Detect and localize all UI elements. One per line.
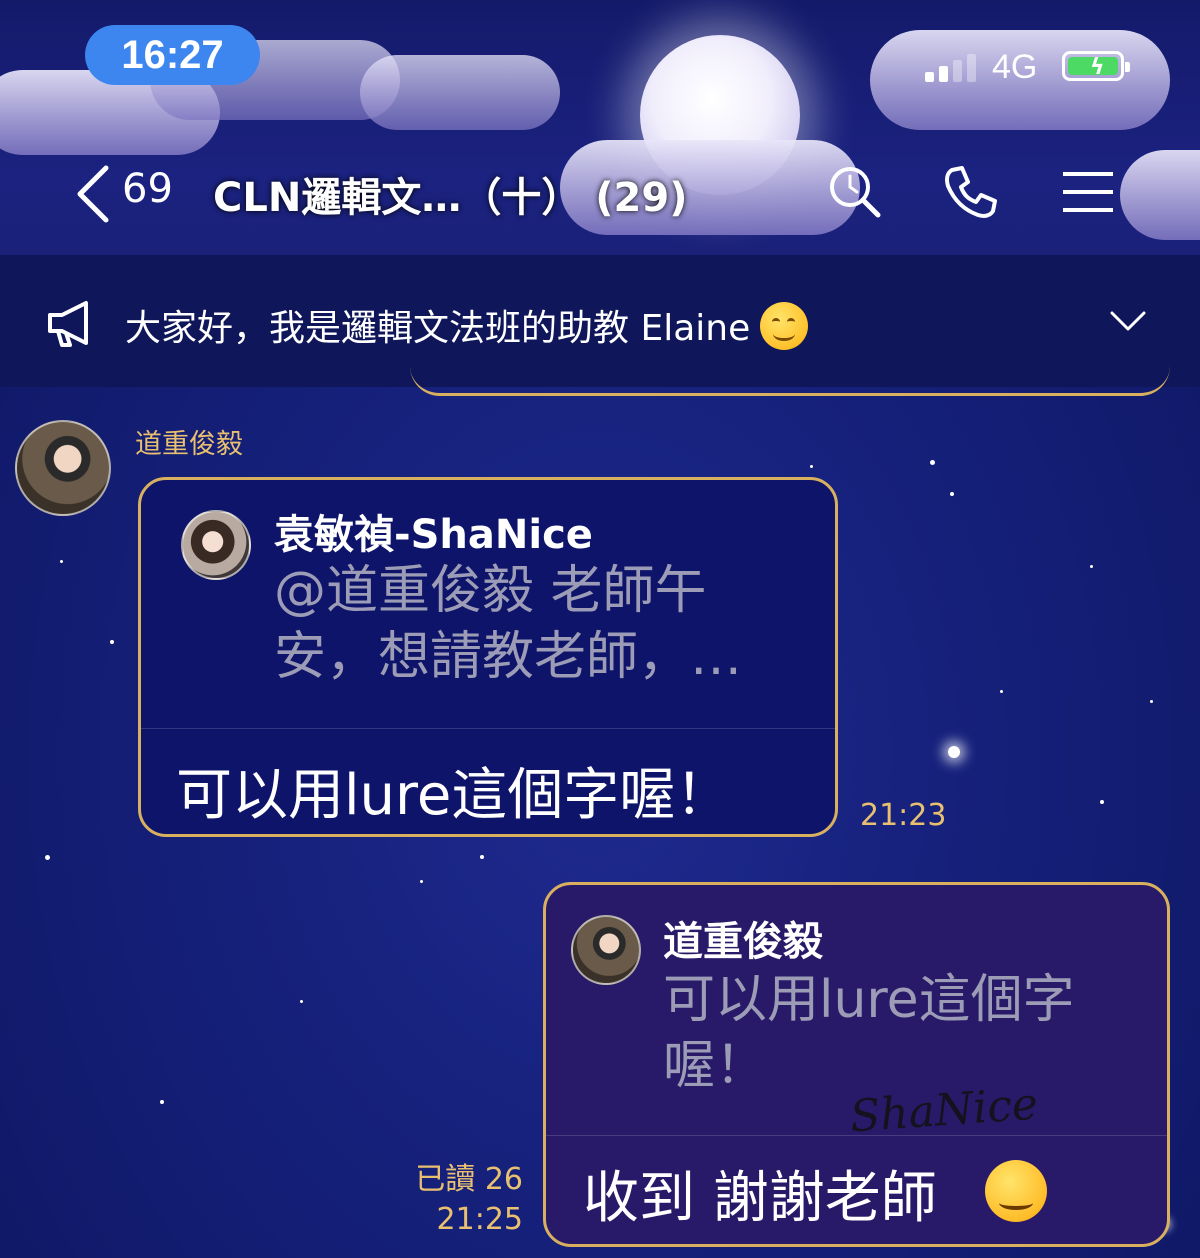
message-time: 21:23: [860, 798, 947, 833]
status-time: 16:27: [121, 32, 224, 77]
announcement-text: 大家好，我是邏輯文法班的助教 Elaine: [125, 308, 751, 349]
previous-bubble-edge: [410, 360, 1170, 396]
menu-icon[interactable]: [1058, 162, 1118, 222]
grinning-face-icon: [985, 1160, 1047, 1222]
chevron-down-icon[interactable]: [1108, 301, 1148, 341]
quoted-avatar: [181, 510, 251, 580]
call-icon[interactable]: [940, 162, 1000, 222]
message-text: 可以用lure這個字喔！: [176, 763, 732, 828]
message-meta: 已讀 26 21:25: [380, 1160, 523, 1240]
chat-header: 16:27 4G ϟ 69 CLN邏輯文…（十） (29): [0, 0, 1200, 255]
quoted-sender-name: 道重俊毅: [663, 919, 823, 965]
message-text: 收到 謝謝老師: [583, 1166, 937, 1231]
message-time: 21:25: [436, 1202, 523, 1237]
message-bubble[interactable]: 道重俊毅 可以用lure這個字喔！ 收到 謝謝老師: [543, 882, 1170, 1247]
read-receipt: 已讀 26: [415, 1162, 523, 1197]
quote-divider: [141, 728, 835, 729]
quoted-avatar: [571, 915, 641, 985]
megaphone-icon: [48, 301, 88, 347]
sender-name: 道重俊毅: [135, 429, 243, 460]
smiling-face-icon: [760, 302, 809, 350]
cellular-signal-icon: [925, 54, 976, 82]
quoted-message-text: @道重俊毅 老師午安，想請教老師，…: [274, 561, 743, 687]
message-bubble[interactable]: 袁敏禎-ShaNice @道重俊毅 老師午安，想請教老師，… 可以用lure這個…: [138, 477, 838, 837]
quoted-sender-name: 袁敏禎-ShaNice: [274, 512, 593, 558]
announcement-text-row: 大家好，我是邏輯文法班的助教 Elaine: [125, 299, 809, 351]
back-chevron-icon[interactable]: [70, 162, 114, 226]
search-icon[interactable]: [825, 162, 885, 222]
status-time-pill[interactable]: 16:27: [85, 25, 260, 85]
battery-charging-icon: ϟ: [1062, 51, 1130, 81]
title-bar: 69 CLN邏輯文…（十） (29): [0, 150, 1200, 235]
unread-count[interactable]: 69: [122, 166, 173, 212]
avatar[interactable]: [15, 420, 111, 516]
chat-title[interactable]: CLN邏輯文…（十） (29): [213, 165, 687, 223]
network-type: 4G: [992, 48, 1038, 86]
